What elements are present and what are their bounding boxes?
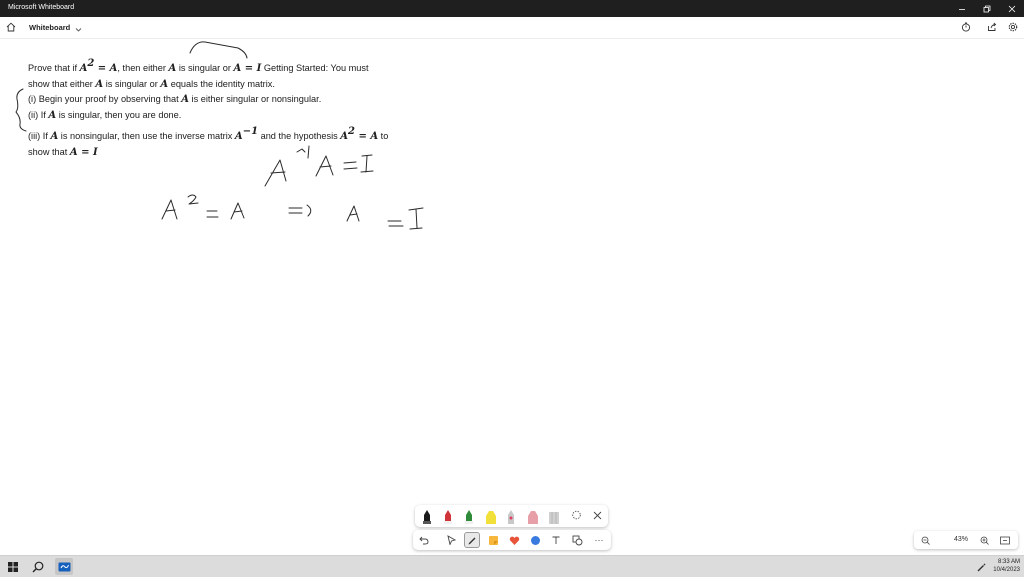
pen-workspace-button[interactable] xyxy=(972,558,990,575)
zoom-in-icon xyxy=(980,536,989,545)
pen-button[interactable] xyxy=(464,532,480,548)
yellow-highlighter[interactable] xyxy=(485,509,496,524)
taskbar: 8:33 AM 10/4/2023 xyxy=(0,555,1024,577)
ink-layer[interactable] xyxy=(0,0,1024,576)
text-icon xyxy=(552,536,560,544)
red-pen[interactable] xyxy=(443,509,453,524)
select-icon xyxy=(447,535,456,545)
text-button[interactable] xyxy=(548,532,564,548)
zoom-out-button[interactable] xyxy=(919,534,931,546)
undo-button[interactable] xyxy=(416,532,432,548)
ink-bracket-stroke xyxy=(189,41,248,59)
search-button[interactable] xyxy=(29,558,47,575)
search-icon xyxy=(32,561,44,572)
ink-handwriting-line-1 xyxy=(264,145,374,187)
zoom-in-button[interactable] xyxy=(978,534,990,546)
whiteboard-taskbar-button[interactable] xyxy=(55,558,73,575)
pen-icon xyxy=(468,537,476,545)
select-button[interactable] xyxy=(443,532,459,548)
ink-brace-stroke xyxy=(15,88,27,132)
shapes-icon xyxy=(530,535,540,545)
green-pen[interactable] xyxy=(464,509,474,524)
more-button[interactable]: ··· xyxy=(591,532,607,548)
zoom-out-icon xyxy=(921,536,930,545)
shapes-button[interactable] xyxy=(527,532,543,548)
pen-tray xyxy=(415,505,608,527)
start-button[interactable] xyxy=(4,558,22,575)
reaction-button[interactable] xyxy=(506,532,522,548)
system-clock[interactable]: 8:33 AM 10/4/2023 xyxy=(993,558,1020,574)
sticky-note-button[interactable] xyxy=(485,532,501,548)
gray-pen[interactable] xyxy=(506,509,516,524)
close-icon xyxy=(593,511,602,520)
zoom-level[interactable]: 43% xyxy=(947,536,975,543)
insert-icon xyxy=(572,535,582,545)
more-icon: ··· xyxy=(594,535,604,545)
main-toolbar: ··· xyxy=(413,530,611,550)
zoom-control: 43% xyxy=(914,531,1018,549)
sticky-note-icon xyxy=(488,535,498,545)
clock-time: 8:33 AM xyxy=(997,559,1020,565)
pink-pen[interactable] xyxy=(527,509,538,524)
eraser[interactable] xyxy=(548,509,559,524)
lasso-icon xyxy=(572,510,581,520)
windows-icon xyxy=(8,561,18,572)
insert-button[interactable] xyxy=(569,532,585,548)
fit-to-screen-button[interactable] xyxy=(999,534,1011,546)
reaction-icon xyxy=(509,536,519,545)
clock-date: 10/4/2023 xyxy=(993,567,1020,573)
black-pen[interactable] xyxy=(422,509,432,524)
undo-icon xyxy=(419,536,429,545)
ink-handwriting-line-2 xyxy=(161,194,424,230)
fit-screen-icon xyxy=(1000,536,1010,544)
whiteboard-app-icon xyxy=(58,562,70,571)
pen-menu-icon xyxy=(977,563,986,571)
close-pen-tray-button[interactable] xyxy=(593,507,603,522)
lasso-button[interactable] xyxy=(571,508,581,523)
